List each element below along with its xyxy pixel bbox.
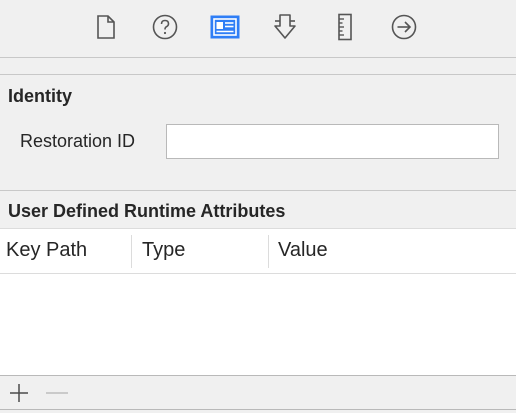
section-divider <box>0 190 516 191</box>
quick-help-icon[interactable] <box>150 12 180 42</box>
connections-inspector-icon[interactable] <box>389 12 419 42</box>
bottom-divider <box>0 409 516 410</box>
runtime-attributes-table[interactable]: Key Path Type Value <box>0 228 516 375</box>
remove-attribute-button[interactable] <box>44 382 70 404</box>
column-header-key-path[interactable]: Key Path <box>6 239 87 262</box>
column-separator[interactable] <box>268 235 269 268</box>
identity-inspector-icon[interactable] <box>210 12 240 42</box>
column-header-value[interactable]: Value <box>278 239 328 262</box>
restoration-id-label: Restoration ID <box>20 131 136 151</box>
size-inspector-icon[interactable] <box>330 12 360 42</box>
add-attribute-button[interactable] <box>6 382 32 404</box>
minus-icon <box>46 392 68 394</box>
inspector-toolbar <box>0 0 516 57</box>
identity-section-title: Identity <box>8 86 73 106</box>
attributes-inspector-icon[interactable] <box>270 12 300 42</box>
column-separator[interactable] <box>131 235 132 268</box>
toolbar-divider <box>0 57 516 58</box>
runtime-attributes-title: User Defined Runtime Attributes <box>8 201 286 221</box>
restoration-id-field[interactable] <box>166 124 499 159</box>
file-inspector-icon[interactable] <box>91 12 121 42</box>
table-header: Key Path Type Value <box>0 229 516 274</box>
table-body[interactable] <box>0 275 516 375</box>
plus-icon <box>10 384 28 402</box>
column-header-type[interactable]: Type <box>142 239 185 262</box>
table-controls <box>0 376 516 410</box>
section-divider <box>0 74 516 75</box>
